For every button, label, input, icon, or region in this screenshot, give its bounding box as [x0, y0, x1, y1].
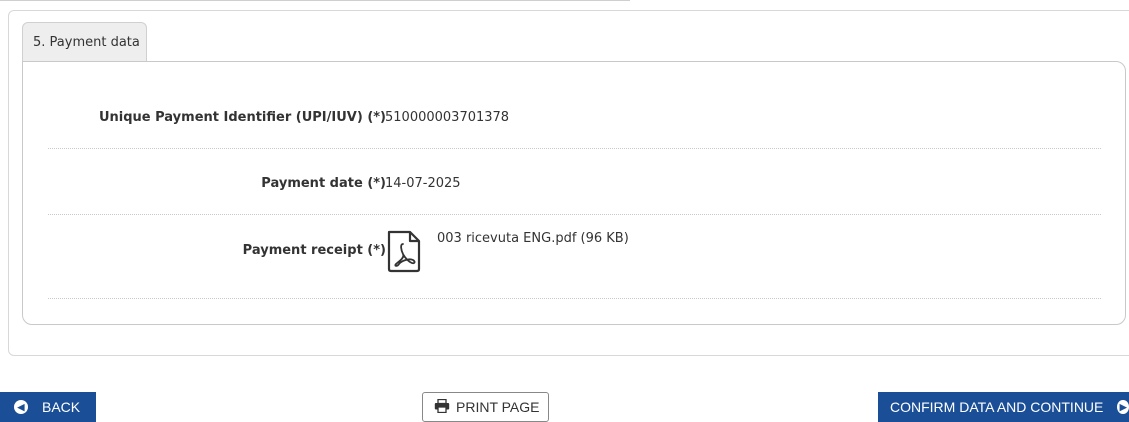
payment-date-label: Payment date (*): [261, 176, 386, 191]
receipt-file-link[interactable]: 003 ricevuta ENG.pdf (96 KB): [437, 231, 629, 246]
back-button-label: BACK: [42, 399, 81, 415]
payment-date-row: Payment date (*) 14-07-2025: [48, 149, 1101, 215]
payment-date-value: 14-07-2025: [385, 176, 461, 191]
upi-value: 510000003701378: [385, 110, 510, 125]
payment-receipt-label: Payment receipt (*): [242, 243, 386, 258]
arrow-left-icon: ◀: [14, 400, 28, 414]
tab-label: 5. Payment data: [33, 35, 140, 50]
payment-receipt-row: Payment receipt (*) 003 ricevuta ENG.pdf…: [48, 215, 1101, 299]
confirm-button-label: CONFIRM DATA AND CONTINUE: [890, 399, 1104, 415]
pdf-file-icon[interactable]: [385, 229, 423, 277]
upi-label: Unique Payment Identifier (UPI/IUV) (*): [98, 110, 386, 125]
payment-data-panel: Unique Payment Identifier (UPI/IUV) (*) …: [22, 61, 1126, 325]
print-button-label: PRINT PAGE: [456, 399, 540, 415]
tab-payment-data[interactable]: 5. Payment data: [22, 22, 147, 62]
arrow-right-icon: ▶: [1117, 400, 1129, 414]
printer-icon: [434, 398, 450, 416]
top-divider: [0, 0, 630, 1]
upi-row: Unique Payment Identifier (UPI/IUV) (*) …: [48, 62, 1101, 149]
